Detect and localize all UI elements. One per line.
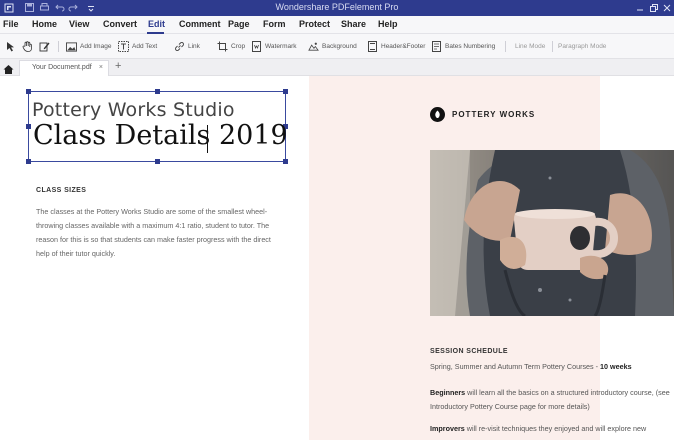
class-sizes-paragraph[interactable]: The classes at the Pottery Works Studio …: [36, 205, 286, 261]
link-icon: [174, 41, 185, 52]
paragraph-mode-label: Paragraph Mode: [558, 43, 607, 50]
watermark-label: Watermark: [265, 43, 297, 50]
document-subtitle[interactable]: Pottery Works Studio: [32, 99, 235, 121]
menu-protect[interactable]: Protect: [299, 19, 330, 29]
add-image-label: Add Image: [80, 43, 112, 50]
link-button[interactable]: Link: [174, 40, 200, 53]
beginners-paragraph[interactable]: Beginners will learn all the basics on a…: [430, 386, 674, 414]
bates-numbering-label: Bates Numbering: [445, 43, 496, 50]
add-text-button[interactable]: Add Text: [118, 40, 157, 53]
menu-help[interactable]: Help: [378, 19, 398, 29]
menu-view[interactable]: View: [69, 19, 89, 29]
hand-icon: [22, 41, 33, 52]
menu-share[interactable]: Share: [341, 19, 366, 29]
link-label: Link: [188, 43, 200, 50]
session-schedule-heading[interactable]: SESSION SCHEDULE: [430, 348, 508, 355]
line-mode-label: Line Mode: [515, 43, 546, 50]
paragraph-mode-button[interactable]: Paragraph Mode: [558, 40, 606, 53]
bates-numbering-button[interactable]: Bates Numbering: [431, 40, 495, 53]
text-caret: [207, 125, 208, 153]
schedule-terms-line[interactable]: Spring, Summer and Autumn Term Pottery C…: [430, 360, 674, 374]
header-footer-label: Header&Footer: [381, 43, 426, 50]
improvers-paragraph[interactable]: Improvers will re-visit techniques they …: [430, 422, 674, 436]
crop-label: Crop: [231, 43, 246, 50]
background-icon: [308, 41, 319, 52]
menu-convert[interactable]: Convert: [103, 19, 137, 29]
header-footer-button[interactable]: Header&Footer: [367, 40, 425, 53]
resize-handle[interactable]: [26, 89, 31, 94]
resize-handle[interactable]: [26, 124, 31, 129]
class-sizes-heading[interactable]: CLASS SIZES: [36, 187, 86, 194]
close-tab-icon[interactable]: ×: [99, 64, 103, 71]
mug-photo[interactable]: [430, 150, 674, 316]
watermark-icon: [251, 41, 262, 52]
line-mode-button[interactable]: Line Mode: [515, 40, 545, 53]
crop-button[interactable]: Crop: [217, 40, 245, 53]
menu-page[interactable]: Page: [228, 19, 250, 29]
text-box-icon: [118, 41, 129, 52]
menu-form[interactable]: Form: [263, 19, 286, 29]
cursor-arrow-icon: [5, 41, 16, 52]
toolbar-separator: [552, 41, 553, 52]
resize-handle[interactable]: [26, 159, 31, 164]
toolbar-separator: [505, 41, 506, 52]
edit-pencil-icon: [39, 41, 50, 52]
document-heading[interactable]: Class Details 2019: [33, 120, 288, 151]
brand-name: POTTERY WORKS: [452, 110, 536, 119]
tab-your-document[interactable]: Your Document.pdf ×: [19, 60, 109, 76]
tab-label: Your Document.pdf: [32, 64, 92, 71]
close-window-icon[interactable]: [662, 2, 672, 13]
resize-handle[interactable]: [283, 89, 288, 94]
brand-logo: POTTERY WORKS: [430, 107, 535, 122]
resize-handle[interactable]: [155, 159, 160, 164]
improvers-text: will re-visit techniques they enjoyed an…: [464, 424, 647, 433]
pottery-logo-icon: [430, 107, 445, 122]
edit-toolbar: Add Image Add Text Link Crop Watermark B…: [0, 34, 674, 59]
bates-numbering-icon: [431, 41, 442, 52]
toolbar-separator: [58, 41, 59, 52]
beginners-label: Beginners: [430, 388, 466, 397]
watermark-button[interactable]: Watermark: [251, 40, 297, 53]
new-tab-button[interactable]: +: [115, 60, 121, 72]
home-icon[interactable]: [3, 62, 14, 74]
select-tool-button[interactable]: [5, 40, 19, 53]
restore-icon[interactable]: [649, 2, 659, 13]
background-button[interactable]: Background: [308, 40, 357, 53]
menu-edit[interactable]: Edit: [148, 19, 165, 29]
image-icon: [66, 41, 77, 52]
edit-object-tool-button[interactable]: [39, 40, 53, 53]
resize-handle[interactable]: [283, 159, 288, 164]
schedule-duration: 10 weeks: [600, 362, 632, 371]
add-text-label: Add Text: [132, 43, 158, 50]
menu-bar: File Home View Convert Edit Comment Page…: [0, 16, 674, 34]
minimize-icon[interactable]: [635, 2, 645, 13]
background-label: Background: [322, 43, 357, 50]
resize-handle[interactable]: [155, 89, 160, 94]
menu-home[interactable]: Home: [32, 19, 57, 29]
add-image-button[interactable]: Add Image: [66, 40, 111, 53]
title-bar: Wondershare PDFelement Pro: [0, 0, 674, 16]
menu-comment[interactable]: Comment: [179, 19, 221, 29]
crop-icon: [217, 41, 228, 52]
app-title: Wondershare PDFelement Pro: [275, 2, 399, 12]
menu-file[interactable]: File: [3, 19, 19, 29]
document-tab-bar: Your Document.pdf × +: [0, 59, 674, 76]
document-canvas[interactable]: Pottery Works Studio Class Details 2019 …: [0, 76, 674, 440]
header-footer-icon: [367, 41, 378, 52]
schedule-terms-text: Spring, Summer and Autumn Term Pottery C…: [430, 362, 601, 371]
improvers-label: Improvers: [430, 424, 465, 433]
hand-tool-button[interactable]: [22, 40, 36, 53]
beginners-text: will learn all the basics on a structure…: [430, 388, 670, 411]
